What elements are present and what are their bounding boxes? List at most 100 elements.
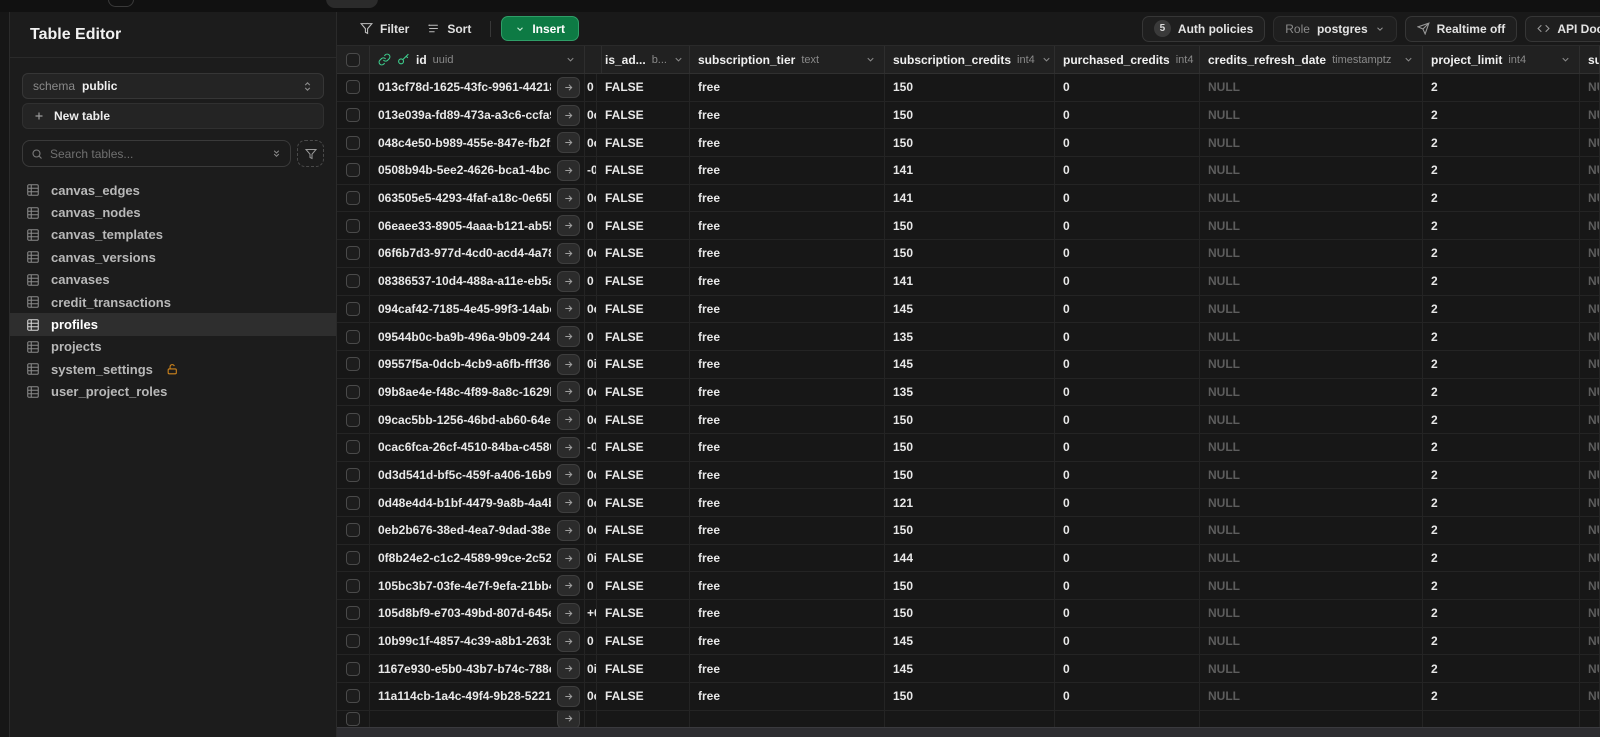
credits-refresh-date-cell[interactable]: NULL [1200, 461, 1423, 489]
subscription-credits-cell[interactable]: 150 [885, 101, 1055, 129]
insert-button[interactable]: Insert [501, 16, 580, 41]
column-menu-chevron[interactable] [1403, 54, 1414, 65]
is-admin-cell[interactable]: FALSE [597, 295, 690, 323]
subscription-credits-cell[interactable]: 144 [885, 544, 1055, 572]
sidebar-table-item[interactable]: canvases [10, 269, 336, 291]
credits-refresh-date-cell[interactable]: NULL [1200, 240, 1423, 267]
subscription-tier-cell[interactable]: free [690, 683, 885, 710]
purchased-credits-cell[interactable]: 0 [1055, 406, 1200, 433]
is-admin-cell[interactable]: FALSE [597, 544, 690, 572]
id-cell[interactable]: 08386537-10d4-488a-a11e-eb5a6... [370, 267, 585, 295]
purchased-credits-cell[interactable]: 0 [1055, 627, 1200, 655]
row-checkbox[interactable] [346, 551, 360, 566]
expand-row-button[interactable] [557, 658, 580, 680]
credits-refresh-date-cell[interactable]: NULL [1200, 157, 1423, 184]
is-admin-cell[interactable]: FALSE [597, 101, 690, 129]
expand-row-button[interactable] [557, 630, 580, 652]
subscription-tier-cell[interactable]: free [690, 433, 885, 461]
row-checkbox[interactable] [346, 578, 360, 593]
purchased-credits-cell[interactable]: 0 [1055, 295, 1200, 323]
row-checkbox[interactable] [346, 274, 360, 289]
is-admin-cell[interactable] [597, 710, 690, 727]
subscription-credits-cell[interactable]: 141 [885, 267, 1055, 295]
row-checkbox[interactable] [346, 301, 360, 316]
purchased-credits-cell[interactable]: 0 [1055, 267, 1200, 295]
subscription-credits-cell[interactable]: 150 [885, 129, 1055, 157]
clipped-right-cell[interactable]: NULL [1580, 572, 1600, 600]
clipped-cell[interactable]: 0 [585, 212, 597, 240]
clipped-cell[interactable]: 0c [585, 378, 597, 406]
project-limit-cell[interactable]: 2 [1423, 267, 1580, 295]
clipped-cell[interactable]: 0c [585, 295, 597, 323]
credits-refresh-date-cell[interactable]: NULL [1200, 212, 1423, 240]
clipped-cell[interactable]: 0 [585, 323, 597, 350]
is-admin-cell[interactable]: FALSE [597, 433, 690, 461]
expand-row-button[interactable] [557, 685, 580, 707]
project-limit-cell[interactable]: 2 [1423, 157, 1580, 184]
column-header-subscription-credits[interactable]: subscription_credits int4 [885, 46, 1055, 73]
purchased-credits-cell[interactable]: 0 [1055, 101, 1200, 129]
clipped-cell[interactable]: 0 [585, 627, 597, 655]
clipped-right-cell[interactable]: NULL [1580, 406, 1600, 433]
purchased-credits-cell[interactable]: 0 [1055, 74, 1200, 101]
project-limit-cell[interactable]: 2 [1423, 240, 1580, 267]
clipped-right-cell[interactable]: NULL [1580, 101, 1600, 129]
clipped-right-cell[interactable]: NULL [1580, 489, 1600, 516]
clipped-cell[interactable]: 0c [585, 517, 597, 544]
sidebar-table-item[interactable]: user_project_roles [10, 381, 336, 403]
id-cell[interactable]: 0d3d541d-bf5c-459f-a406-16b93... [370, 461, 585, 489]
expand-row-button[interactable] [557, 187, 580, 209]
clipped-cell[interactable]: 0i [585, 350, 597, 378]
id-cell[interactable]: 0cac6fca-26cf-4510-84ba-c4580... [370, 433, 585, 461]
sort-button[interactable]: Sort [418, 16, 480, 42]
clipped-cell[interactable] [585, 710, 597, 727]
purchased-credits-cell[interactable]: 0 [1055, 600, 1200, 627]
subscription-credits-cell[interactable]: 150 [885, 406, 1055, 433]
subscription-tier-cell[interactable]: free [690, 295, 885, 323]
clipped-right-cell[interactable]: NULL [1580, 683, 1600, 710]
project-limit-cell[interactable]: 2 [1423, 655, 1580, 683]
realtime-toggle-button[interactable]: Realtime off [1404, 15, 1518, 42]
credits-refresh-date-cell[interactable]: NULL [1200, 350, 1423, 378]
credits-refresh-date-cell[interactable]: NULL [1200, 655, 1423, 683]
subscription-tier-cell[interactable]: free [690, 517, 885, 544]
subscription-credits-cell[interactable]: 145 [885, 350, 1055, 378]
clipped-right-cell[interactable]: NULL [1580, 323, 1600, 350]
purchased-credits-cell[interactable]: 0 [1055, 461, 1200, 489]
clipped-cell[interactable]: 0 [585, 74, 597, 101]
is-admin-cell[interactable]: FALSE [597, 489, 690, 516]
subscription-tier-cell[interactable]: free [690, 627, 885, 655]
clipped-cell[interactable]: 0c [585, 240, 597, 267]
clipped-right-cell[interactable]: NULL [1580, 544, 1600, 572]
clipped-cell[interactable]: 0i [585, 544, 597, 572]
credits-refresh-date-cell[interactable]: NULL [1200, 572, 1423, 600]
subscription-tier-cell[interactable] [690, 710, 885, 727]
id-cell[interactable]: 0eb2b676-38ed-4ea7-9dad-38e6... [370, 517, 585, 544]
row-checkbox[interactable] [346, 384, 360, 399]
subscription-credits-cell[interactable]: 150 [885, 683, 1055, 710]
credits-refresh-date-cell[interactable]: NULL [1200, 627, 1423, 655]
credits-refresh-date-cell[interactable]: NULL [1200, 323, 1423, 350]
credits-refresh-date-cell[interactable]: NULL [1200, 517, 1423, 544]
subscription-tier-cell[interactable]: free [690, 74, 885, 101]
subscription-credits-cell[interactable]: 145 [885, 655, 1055, 683]
row-checkbox[interactable] [346, 711, 360, 726]
project-limit-cell[interactable]: 2 [1423, 350, 1580, 378]
clipped-right-cell[interactable]: NULL [1580, 461, 1600, 489]
clipped-cell[interactable]: 0c [585, 683, 597, 710]
row-checkbox[interactable] [346, 163, 360, 178]
is-admin-cell[interactable]: FALSE [597, 129, 690, 157]
id-cell[interactable]: 105d8bf9-e703-49bd-807d-645e... [370, 600, 585, 627]
subscription-tier-cell[interactable]: free [690, 406, 885, 433]
project-limit-cell[interactable]: 2 [1423, 600, 1580, 627]
subscription-credits-cell[interactable]: 150 [885, 433, 1055, 461]
id-cell[interactable]: 06f6b7d3-977d-4cd0-acd4-4a78... [370, 240, 585, 267]
subscription-tier-cell[interactable]: free [690, 572, 885, 600]
subscription-credits-cell[interactable]: 150 [885, 240, 1055, 267]
purchased-credits-cell[interactable]: 0 [1055, 489, 1200, 516]
column-header-subscription-tier[interactable]: subscription_tier text [690, 46, 885, 73]
is-admin-cell[interactable]: FALSE [597, 378, 690, 406]
column-header-credits-refresh-date[interactable]: credits_refresh_date timestamptz [1200, 46, 1423, 73]
credits-refresh-date-cell[interactable]: NULL [1200, 489, 1423, 516]
is-admin-cell[interactable]: FALSE [597, 655, 690, 683]
